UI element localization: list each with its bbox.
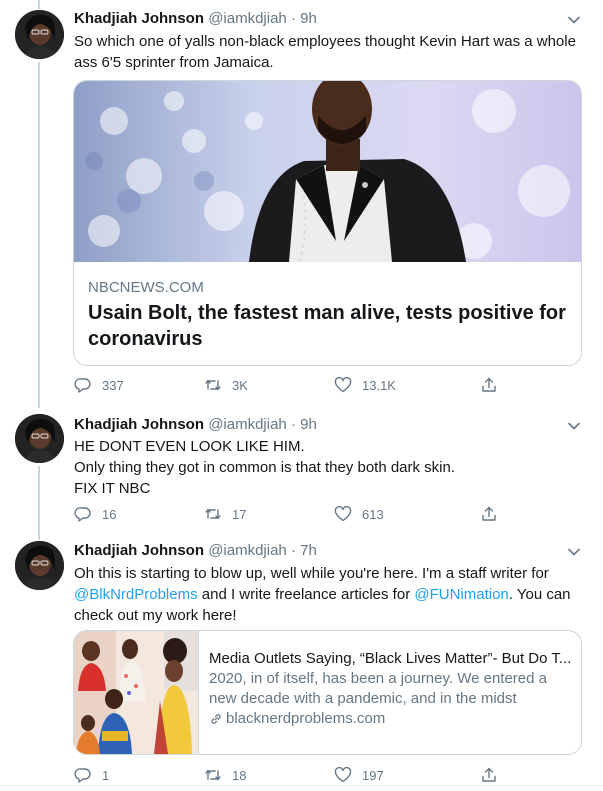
tweet-text-line: Only thing they got in common is that th… xyxy=(74,459,456,476)
tweet-text: So which one of yalls non-black employee… xyxy=(74,31,579,73)
tweet-text-line: Oh this is starting to blow up, well whi… xyxy=(74,563,579,584)
link-card[interactable]: Media Outlets Saying, “Black Lives Matte… xyxy=(73,630,582,755)
reply-count: 337 xyxy=(102,377,124,393)
reply-count: 1 xyxy=(102,767,110,783)
card-description-line: 2020, in of itself, has been a journey. … xyxy=(209,670,547,687)
mention-link-funimation[interactable]: @FUNimation xyxy=(414,586,508,603)
chevron-down-icon[interactable] xyxy=(567,13,581,27)
card-title: Usain Bolt, the fastest man alive, tests… xyxy=(88,302,566,350)
tweet[interactable]: Khadjiah Johnson @iamkdjiah · 7h Oh this… xyxy=(0,536,603,791)
card-description: 2020, in of itself, has been a journey. … xyxy=(209,669,569,709)
tweet-text-line: ass 6'5 sprinter from Jamaica. xyxy=(74,54,274,71)
reply-count: 16 xyxy=(102,506,117,522)
author-name[interactable]: Khadjiah Johnson xyxy=(74,416,204,433)
retweet-icon xyxy=(205,379,221,391)
like-icon xyxy=(334,376,352,393)
timestamp[interactable]: 7h xyxy=(300,542,317,559)
retweet-count: 3K xyxy=(232,377,248,393)
like-count: 197 xyxy=(362,767,384,783)
like-button[interactable]: 613 xyxy=(334,504,384,524)
tweet-actions: 1 18 197 xyxy=(74,765,574,785)
link-icon xyxy=(211,714,221,724)
share-icon xyxy=(482,767,496,782)
tweet-actions: 337 3K 13.1K xyxy=(74,375,574,395)
separator-dot: · xyxy=(290,416,296,433)
share-icon xyxy=(482,506,496,521)
retweet-icon xyxy=(205,769,221,781)
separator-dot: · xyxy=(290,10,296,27)
avatar[interactable] xyxy=(15,10,64,59)
retweet-button[interactable]: 3K xyxy=(204,375,248,395)
tweet-header: Khadjiah Johnson @iamkdjiah · 7h xyxy=(74,541,583,561)
tweet-text-line: check out my work here! xyxy=(74,605,579,626)
retweet-count: 17 xyxy=(232,506,247,522)
reply-icon xyxy=(74,768,91,783)
retweet-count: 18 xyxy=(232,767,247,783)
author-name[interactable]: Khadjiah Johnson xyxy=(74,542,204,559)
link-card[interactable]: NBCNEWS.COM Usain Bolt, the fastest man … xyxy=(73,80,582,366)
tweet[interactable]: Khadjiah Johnson @iamkdjiah · 9h HE DONT… xyxy=(0,410,603,536)
card-image xyxy=(74,81,581,262)
card-body: Media Outlets Saying, “Black Lives Matte… xyxy=(209,649,572,729)
share-button[interactable] xyxy=(480,375,508,395)
tweet-text-line: So which one of yalls non-black employee… xyxy=(74,33,576,50)
avatar[interactable] xyxy=(15,541,64,590)
timestamp[interactable]: 9h xyxy=(300,10,317,27)
tweet-actions: 16 17 613 xyxy=(74,504,574,524)
reply-icon xyxy=(74,507,91,522)
like-count: 13.1K xyxy=(362,377,396,393)
retweet-icon xyxy=(205,508,221,520)
like-icon xyxy=(334,766,352,783)
reply-icon xyxy=(74,378,91,393)
author-name[interactable]: Khadjiah Johnson xyxy=(74,10,204,27)
author-handle[interactable]: @iamkdjiah xyxy=(208,542,287,559)
like-count: 613 xyxy=(362,506,384,522)
reply-button[interactable]: 337 xyxy=(74,375,124,395)
tweet-text: HE DONT EVEN LOOK LIKE HIM. Only thing t… xyxy=(74,436,579,499)
chevron-down-icon[interactable] xyxy=(567,419,581,433)
author-handle[interactable]: @iamkdjiah xyxy=(208,416,287,433)
avatar[interactable] xyxy=(15,414,64,463)
card-title: Media Outlets Saying, “Black Lives Matte… xyxy=(209,650,572,667)
card-description-line: new decade with a pandemic, and in the m… xyxy=(209,690,517,707)
divider xyxy=(0,785,603,786)
mention-link-blknrdproblems[interactable]: @BlkNrdProblems xyxy=(74,586,198,603)
retweet-button[interactable]: 17 xyxy=(204,504,246,524)
tweet-text-segment: and I write freelance articles for xyxy=(197,586,415,603)
reply-button[interactable]: 1 xyxy=(74,765,109,785)
card-domain: blacknerdproblems.com xyxy=(226,710,386,727)
separator-dot: · xyxy=(290,542,296,559)
tweet-header: Khadjiah Johnson @iamkdjiah · 9h xyxy=(74,415,583,435)
tweet-text: Oh this is starting to blow up, well whi… xyxy=(74,563,579,626)
timestamp[interactable]: 9h xyxy=(300,416,317,433)
chevron-down-icon[interactable] xyxy=(567,545,581,559)
card-domain: NBCNEWS.COM xyxy=(88,279,204,296)
reply-button[interactable]: 16 xyxy=(74,504,116,524)
tweet[interactable]: Khadjiah Johnson @iamkdjiah · 9h So whic… xyxy=(0,0,603,410)
tweet-text-segment: check out my work here! xyxy=(74,607,237,624)
share-button[interactable] xyxy=(480,765,508,785)
share-button[interactable] xyxy=(480,504,508,524)
share-icon xyxy=(482,377,496,392)
like-button[interactable]: 13.1K xyxy=(334,375,396,395)
tweet-text-line: HE DONT EVEN LOOK LIKE HIM. xyxy=(74,438,305,455)
like-icon xyxy=(334,505,352,522)
tweet-text-line: @BlkNrdProblems and I write freelance ar… xyxy=(74,584,579,605)
tweet-header: Khadjiah Johnson @iamkdjiah · 9h xyxy=(74,9,583,29)
tweet-text-line: FIX IT NBC xyxy=(74,480,151,497)
tweet-text-segment: Oh this is starting to blow up, well whi… xyxy=(74,565,549,582)
like-button[interactable]: 197 xyxy=(334,765,384,785)
retweet-button[interactable]: 18 xyxy=(204,765,246,785)
author-handle[interactable]: @iamkdjiah xyxy=(208,10,287,27)
card-link: blacknerdproblems.com xyxy=(209,709,569,729)
tweet-text-segment: . You can xyxy=(508,586,571,603)
card-thumbnail xyxy=(74,631,199,754)
